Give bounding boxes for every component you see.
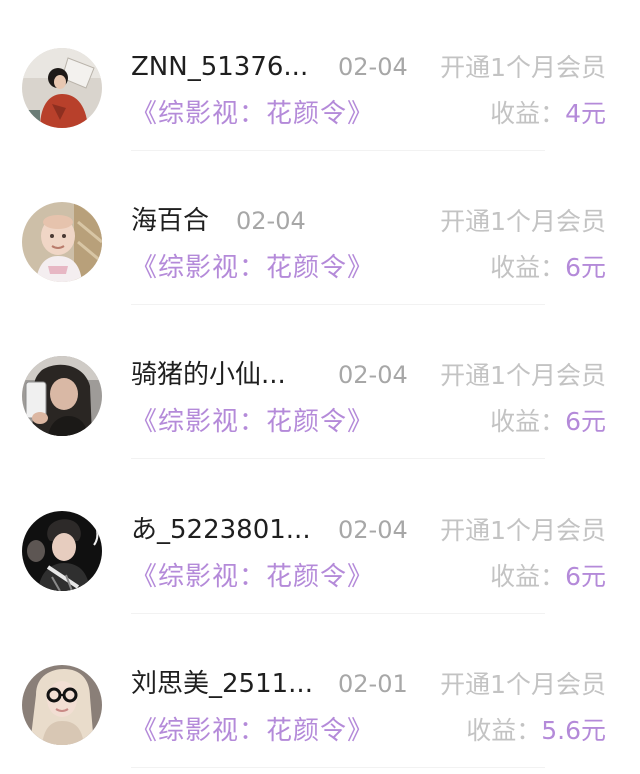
list-item[interactable]: 刘思美_2511... 02-01 开通1个月会员 《综影视：花颜令》 收益：5… [0,617,640,771]
user-name: 骑猪的小仙... [131,360,286,390]
record-date: 02-04 [338,361,408,389]
record-date: 02-04 [338,53,408,81]
record-date: 02-04 [236,207,306,235]
user-name: 刘思美_2511... [131,669,313,699]
divider [131,767,545,768]
earning: 收益：6元 [490,404,606,440]
earning-label: 收益： [490,562,566,591]
list-item[interactable]: あ_5223801... 02-04 开通1个月会员 《综影视：花颜令》 收益：… [0,463,640,617]
list-item[interactable]: 骑猪的小仙... 02-04 开通1个月会员 《综影视：花颜令》 收益：6元 [0,308,640,462]
user-name: 海百合 [131,206,210,236]
avatar[interactable] [22,356,102,436]
earning-label: 收益： [490,253,566,282]
record-action: 开通1个月会员 [440,670,606,699]
record-action: 开通1个月会员 [440,53,606,82]
earning-label: 收益： [466,716,542,745]
record-action: 开通1个月会员 [440,207,606,236]
series-title[interactable]: 《综影视：花颜令》 [131,713,374,749]
series-title[interactable]: 《综影视：花颜令》 [131,559,374,595]
earning: 收益：6元 [490,559,606,595]
avatar[interactable] [22,665,102,745]
record-date: 02-04 [338,516,408,544]
divider [131,150,545,151]
earning-value: 4元 [565,99,606,128]
earning-value: 5.6元 [541,716,606,745]
series-title[interactable]: 《综影视：花颜令》 [131,404,374,440]
earning-label: 收益： [490,407,566,436]
earning-value: 6元 [565,562,606,591]
avatar[interactable] [22,48,102,128]
record-action: 开通1个月会员 [440,516,606,545]
earnings-list: ZNN_51376... 02-04 开通1个月会员 《综影视：花颜令》 收益：… [0,0,640,774]
divider [131,458,545,459]
earning-value: 6元 [565,407,606,436]
avatar[interactable] [22,202,102,282]
earning-value: 6元 [565,253,606,282]
list-item[interactable]: 海百合 02-04 开通1个月会员 《综影视：花颜令》 收益：6元 [0,154,640,308]
earning-label: 收益： [490,99,566,128]
series-title[interactable]: 《综影视：花颜令》 [131,96,374,132]
user-name: あ_5223801... [131,515,311,545]
earning: 收益：5.6元 [466,713,606,749]
earning: 收益：4元 [490,96,606,132]
user-name: ZNN_51376... [131,52,309,82]
series-title[interactable]: 《综影视：花颜令》 [131,250,374,286]
earning: 收益：6元 [490,250,606,286]
record-action: 开通1个月会员 [440,361,606,390]
divider [131,613,545,614]
avatar[interactable] [22,511,102,591]
record-date: 02-01 [338,670,408,698]
divider [131,304,545,305]
list-item[interactable]: ZNN_51376... 02-04 开通1个月会员 《综影视：花颜令》 收益：… [0,0,640,154]
